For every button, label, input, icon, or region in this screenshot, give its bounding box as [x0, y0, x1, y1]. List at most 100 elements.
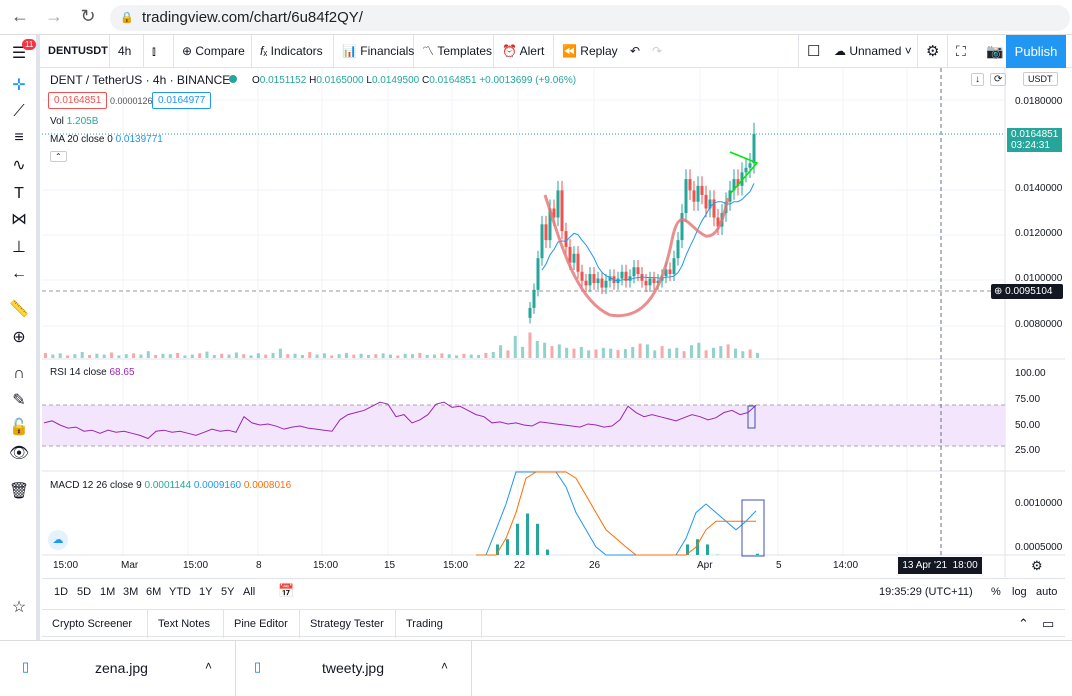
volume-bar	[697, 343, 700, 358]
range-ytd[interactable]: YTD	[169, 586, 191, 598]
scroll-down-icon[interactable]: ↓	[971, 73, 984, 86]
crosshair-time-label: 13 Apr '21 18:00	[898, 557, 982, 574]
macd-hist-bar	[706, 544, 709, 555]
macd-hist-bar	[516, 524, 519, 555]
clock[interactable]: 19:35:29 (UTC+11)	[879, 586, 973, 598]
axis-settings-icon[interactable]: ⚙	[1031, 558, 1043, 574]
candle	[653, 279, 656, 284]
range-1d[interactable]: 1D	[54, 586, 68, 598]
volume-bar	[330, 355, 333, 358]
percent-toggle[interactable]: %	[991, 586, 1001, 598]
maximize-panel-icon[interactable]: ▭	[1032, 610, 1064, 638]
volume-bar	[433, 355, 436, 358]
downloads-bar: ▯zena.jpg˄ ▯tweety.jpg˄	[0, 640, 1072, 695]
candle	[669, 270, 672, 275]
range-1y[interactable]: 1Y	[199, 586, 212, 598]
volume-bar	[81, 352, 84, 358]
volume-bar	[572, 349, 575, 358]
volume-bar	[749, 350, 752, 359]
range-5y[interactable]: 5Y	[221, 586, 234, 598]
chevron-up-icon[interactable]: ˄	[441, 659, 448, 673]
candle	[585, 281, 588, 286]
volume-bar	[272, 353, 275, 358]
volume-bar	[411, 354, 414, 358]
volume-bar	[653, 350, 656, 358]
reset-icon[interactable]: ⟳	[990, 73, 1006, 86]
market-status-dot[interactable]	[229, 75, 237, 83]
add-alert-icon[interactable]: ⊕	[994, 286, 1005, 297]
candle	[545, 224, 548, 240]
download-item[interactable]: ▯zena.jpg˄	[0, 641, 236, 696]
goto-date-icon[interactable]: 📅	[278, 583, 294, 599]
ma-value: 0.0139771	[116, 134, 163, 145]
price-tick: 0.0080000	[1015, 319, 1062, 330]
tab-crypto-screener[interactable]: Crypto Screener ˅	[42, 610, 148, 638]
volume-bar	[294, 354, 297, 358]
tab-pine-editor[interactable]: Pine Editor	[224, 610, 300, 638]
volume-bar	[154, 355, 157, 358]
rsi-tick: 50.00	[1015, 420, 1040, 431]
volume-bar	[250, 355, 253, 358]
range-6m[interactable]: 6M	[146, 586, 161, 598]
volume-bar	[176, 353, 179, 358]
macd-highlight-box[interactable]	[742, 500, 764, 556]
currency-button[interactable]: USDT	[1023, 72, 1058, 86]
volume-bar	[734, 349, 737, 358]
crosshair-price-label: ⊕ 0.0095104	[991, 284, 1063, 299]
volume-bar	[169, 354, 172, 358]
volume-bar	[374, 354, 377, 358]
volume-bar	[506, 350, 509, 358]
volume-bar	[404, 354, 407, 358]
chevron-up-icon[interactable]: ˄	[205, 659, 212, 673]
tab-text-notes[interactable]: Text Notes	[148, 610, 224, 638]
time-tick: 8	[256, 560, 262, 571]
volume-bar	[536, 341, 539, 358]
volume-bar	[103, 355, 106, 358]
range-5d[interactable]: 5D	[77, 586, 91, 598]
candle	[749, 163, 752, 168]
time-tick: 22	[514, 560, 525, 571]
cup-drawing[interactable]	[545, 195, 728, 316]
macd-hist-value: 0.0001144	[145, 480, 192, 491]
sell-price-button[interactable]: 0.0164851	[48, 92, 107, 109]
volume-bar	[712, 348, 715, 358]
auto-toggle[interactable]: auto	[1036, 586, 1057, 598]
download-item[interactable]: ▯tweety.jpg˄	[236, 641, 472, 696]
candle	[593, 274, 596, 283]
volume-bar	[257, 353, 260, 358]
macd-hist-bar	[756, 554, 759, 555]
volume-bar	[418, 353, 421, 358]
file-icon: ▯	[22, 659, 29, 675]
volume-bar	[183, 355, 186, 358]
candle	[677, 240, 680, 258]
volume-bar	[602, 348, 605, 358]
volume-bar	[528, 333, 531, 359]
volume-bar	[205, 352, 208, 358]
log-toggle[interactable]: log	[1012, 586, 1027, 598]
tab-strategy-tester[interactable]: Strategy Tester	[300, 610, 396, 638]
tab-trading-panel[interactable]: Trading Panel	[396, 610, 482, 638]
volume-bar	[440, 353, 443, 358]
macd-tick: 0.0005000	[1015, 542, 1062, 553]
range-all[interactable]: All	[243, 586, 255, 598]
volume-bar	[59, 353, 62, 358]
range-1m[interactable]: 1M	[100, 586, 115, 598]
rsi-tick: 75.00	[1015, 394, 1040, 405]
volume-bar	[44, 353, 47, 358]
buy-price-button[interactable]: 0.0164977	[152, 92, 211, 109]
bottom-panel: Crypto Screener ˅ Text Notes Pine Editor…	[42, 609, 1065, 637]
tv-logo-icon[interactable]: ☁	[48, 530, 68, 550]
volume-bar	[514, 336, 517, 358]
range-3m[interactable]: 3M	[123, 586, 138, 598]
rsi-tick: 100.00	[1015, 368, 1046, 379]
volume-bar	[609, 349, 612, 358]
rsi-label: RSI 14 close	[50, 367, 107, 378]
vol-value: 1.205B	[67, 116, 99, 127]
volume-bar	[95, 354, 98, 358]
volume-bar	[125, 354, 128, 358]
macd-tick: 0.0010000	[1015, 498, 1062, 509]
volume-bar	[308, 352, 311, 358]
collapse-legend-button[interactable]: ⌃	[50, 151, 67, 162]
candle	[589, 274, 592, 285]
volume-bar	[286, 354, 289, 358]
